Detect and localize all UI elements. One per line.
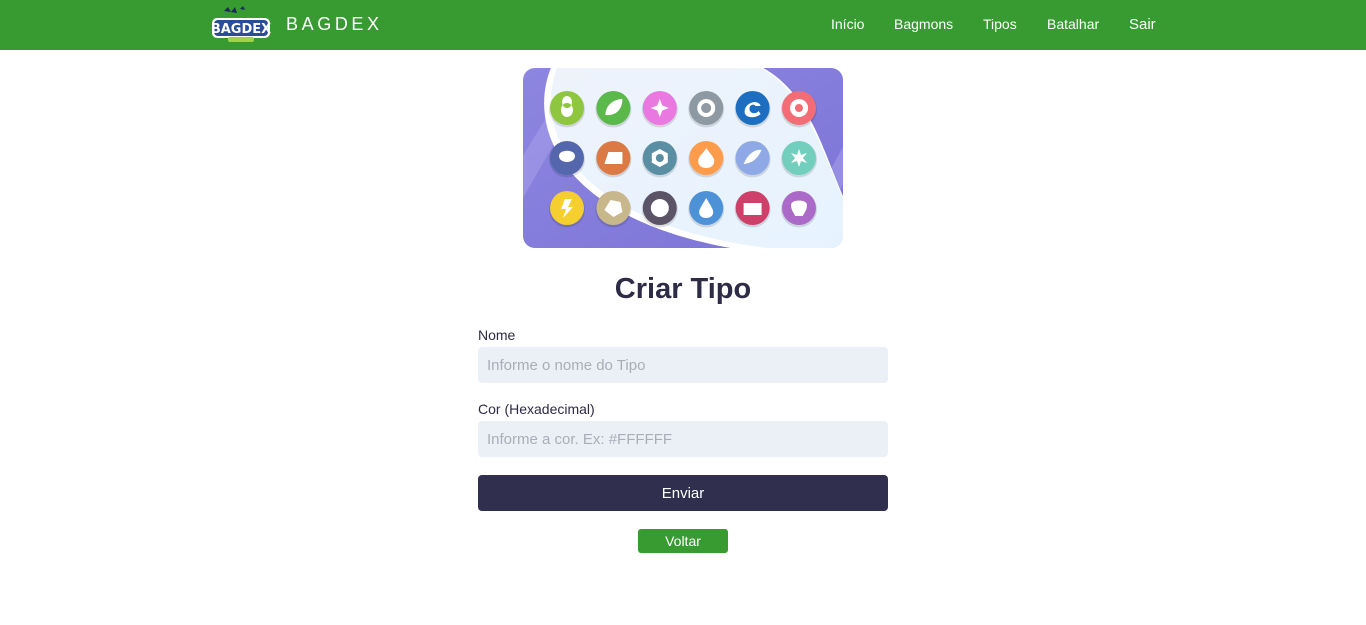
back-button[interactable]: Voltar: [638, 529, 728, 553]
color-label: Cor (Hexadecimal): [478, 401, 595, 417]
color-input[interactable]: [478, 421, 888, 457]
page-title: Criar Tipo: [614, 273, 752, 305]
name-input[interactable]: [478, 347, 888, 383]
nav-link-bagmons[interactable]: Bagmons: [894, 16, 953, 32]
name-label: Nome: [478, 327, 516, 343]
types-banner: [523, 68, 843, 248]
nav-links: Início Bagmons Tipos Batalhar Sair: [0, 16, 1366, 36]
nav-link-sair[interactable]: Sair: [1129, 16, 1156, 33]
submit-button[interactable]: Enviar: [478, 475, 888, 511]
types-banner-image: [523, 68, 843, 248]
nav-link-batalhar[interactable]: Batalhar: [1047, 16, 1099, 32]
nav-link-tipos[interactable]: Tipos: [983, 16, 1017, 32]
navbar: BAGDEX BAGDEX Início Bagmons Tipos Batal…: [0, 0, 1366, 50]
nav-link-inicio[interactable]: Início: [831, 16, 864, 32]
